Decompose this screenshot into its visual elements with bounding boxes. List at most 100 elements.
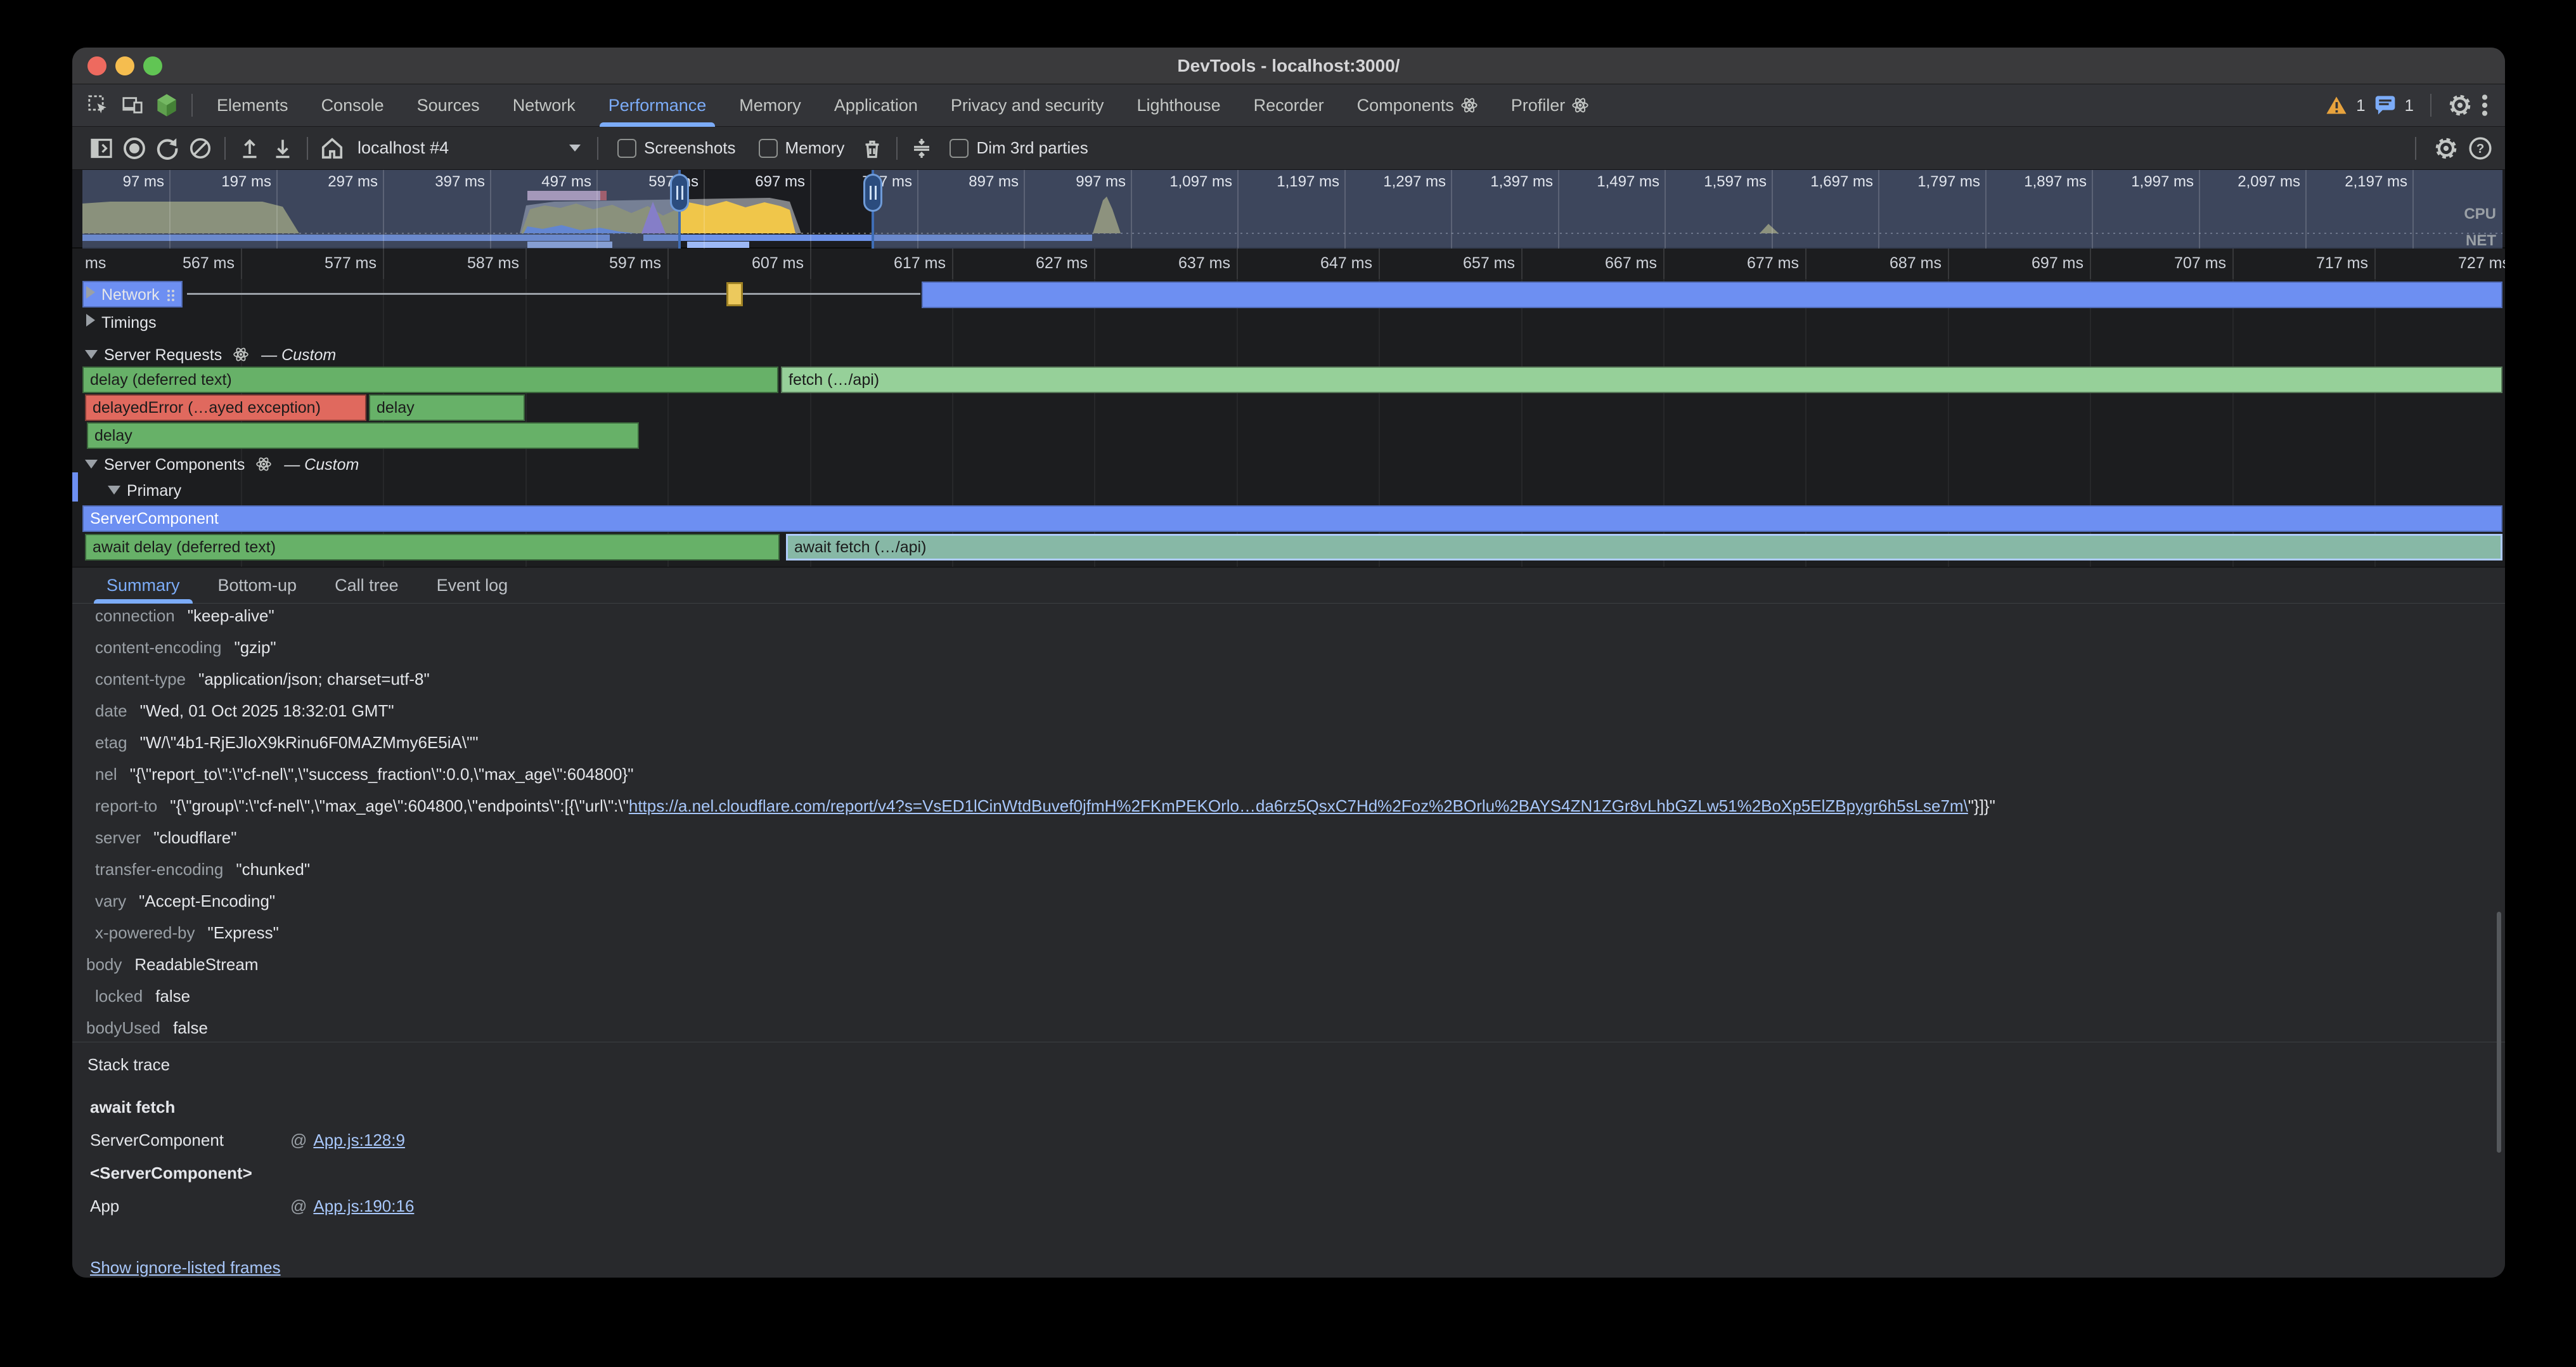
response-properties: connection"keep-alive" content-encoding"…	[72, 604, 2505, 1044]
timeline-overview[interactable]: 97 ms 197 ms 297 ms 397 ms 497 ms 597 ms…	[72, 170, 2505, 249]
event-bar-await-delay[interactable]: await delay (deferred text)	[85, 534, 780, 560]
details-tab[interactable]: Call tree	[316, 567, 418, 604]
record-icon[interactable]	[118, 132, 151, 165]
overview-tick	[1451, 170, 1452, 249]
details-tab[interactable]: Bottom-up	[199, 567, 316, 604]
inspect-element-icon[interactable]	[81, 88, 115, 122]
event-bar-delay-deferred[interactable]: delay (deferred text)	[82, 366, 778, 393]
panel-tab[interactable]: Profiler	[1495, 84, 1606, 127]
record-and-reload-icon[interactable]	[151, 132, 184, 165]
network-event-marker[interactable]	[726, 282, 743, 306]
overview-tick	[810, 170, 811, 249]
track-header-timings[interactable]: Timings	[86, 314, 157, 332]
overview-tick-label: 897 ms	[969, 173, 1019, 191]
ruler-tick-label: 607 ms	[752, 254, 804, 273]
selection-handle-left[interactable]	[678, 170, 681, 249]
help-icon[interactable]: ?	[2468, 136, 2492, 160]
node-extension-icon[interactable]	[150, 88, 184, 122]
track-subheader-primary[interactable]: Primary	[108, 482, 181, 500]
settings-gear-icon[interactable]	[2448, 93, 2472, 117]
panel-tab[interactable]: Console	[305, 84, 401, 127]
divider	[896, 137, 898, 160]
event-bar-delayed-error[interactable]: delayedError (…ayed exception)	[85, 394, 366, 421]
warning-count[interactable]: 1	[2356, 96, 2365, 115]
toggle-sidebar-icon[interactable]	[85, 132, 118, 165]
console-message-icon[interactable]	[2374, 95, 2396, 115]
scrollbar-thumb[interactable]	[2497, 912, 2501, 1153]
panel-tab[interactable]: Elements	[200, 84, 305, 127]
track-header-network[interactable]: Network	[86, 286, 174, 304]
home-live-metrics-icon[interactable]	[316, 132, 349, 165]
overview-tick	[169, 170, 171, 249]
dim-3rd-parties-checkbox[interactable]: Dim 3rd parties	[950, 138, 1088, 158]
ruler-tick	[1663, 249, 1665, 279]
device-toolbar-icon[interactable]	[115, 88, 150, 122]
track-header-server-components[interactable]: Server Components — Custom	[85, 456, 359, 474]
property-value: "cloudflare"	[153, 828, 236, 847]
event-bar-fetch-api[interactable]: fetch (…/api)	[781, 366, 2502, 393]
property-key: locked	[95, 987, 143, 1006]
panel-tab[interactable]: Network	[496, 84, 592, 127]
save-profile-icon[interactable]	[266, 132, 299, 165]
ruler-tick-label: 567 ms	[183, 254, 235, 273]
panel-tab[interactable]: Privacy and security	[934, 84, 1121, 127]
memory-checkbox[interactable]: Memory	[759, 138, 845, 158]
stack-frame: App@App.js:190:16	[90, 1189, 414, 1222]
ruler-tick	[810, 249, 811, 279]
event-bar-delay-2[interactable]: delay	[87, 422, 639, 449]
selection-handle-left-grip[interactable]	[670, 174, 689, 212]
ruler-tick	[383, 249, 384, 279]
property-row: bodyReadableStream	[72, 949, 2505, 980]
history-selector[interactable]: localhost #4	[349, 132, 589, 165]
property-value: "application/json; charset=utf-8"	[198, 670, 430, 689]
overview-tick-label: 1,197 ms	[1277, 173, 1339, 191]
overview-tick	[917, 170, 918, 249]
details-tab[interactable]: Event log	[418, 567, 527, 604]
clear-icon[interactable]	[184, 132, 217, 165]
panel-settings-gear-icon[interactable]	[2434, 136, 2458, 160]
report-url-link[interactable]: https://a.nel.cloudflare.com/report/v4?s…	[629, 796, 1968, 815]
overview-tick	[1558, 170, 1559, 249]
svg-text:?: ?	[2476, 141, 2485, 156]
panel-tab[interactable]: Recorder	[1237, 84, 1341, 127]
event-bar-server-component[interactable]: ServerComponent	[82, 505, 2502, 532]
show-ignore-listed-frames-link[interactable]: Show ignore-listed frames	[90, 1258, 281, 1277]
property-row: nel"{\"report_to\":\"cf-nel\",\"success_…	[72, 758, 2505, 790]
stack-frame-source-link[interactable]: App.js:190:16	[313, 1196, 414, 1215]
kebab-menu-icon[interactable]	[2481, 93, 2489, 117]
details-tab[interactable]: Summary	[87, 567, 199, 604]
stack-frame-function: await fetch	[90, 1091, 290, 1124]
overview-tick	[1985, 170, 1987, 249]
expand-triangle-icon	[108, 486, 120, 495]
screenshots-checkbox[interactable]: Screenshots	[617, 138, 736, 158]
event-bar-await-fetch-selected[interactable]: await fetch (…/api)	[786, 534, 2502, 560]
window-title: DevTools - localhost:3000/	[72, 56, 2505, 76]
overview-tick-label: 697 ms	[755, 173, 805, 191]
message-count[interactable]: 1	[2405, 96, 2414, 115]
stack-frame-source-link[interactable]: App.js:128:9	[313, 1131, 405, 1150]
property-key: content-type	[95, 670, 186, 689]
panel-tab[interactable]: Components	[1341, 84, 1495, 127]
overview-tick	[2305, 170, 2307, 249]
stack-frame-function: ServerComponent	[90, 1124, 290, 1156]
panel-tab[interactable]: Lighthouse	[1121, 84, 1237, 127]
warning-icon[interactable]	[2326, 96, 2347, 115]
track-header-server-requests[interactable]: Server Requests — Custom	[85, 346, 336, 365]
overview-tick	[1131, 170, 1132, 249]
ruler-tick	[1805, 249, 1806, 279]
panel-tab[interactable]: Memory	[723, 84, 818, 127]
collect-garbage-icon[interactable]	[856, 132, 889, 165]
event-bar-delay[interactable]: delay	[369, 394, 525, 421]
drag-grip-icon[interactable]	[167, 290, 174, 301]
panel-tab[interactable]: Application	[818, 84, 934, 127]
selection-handle-right[interactable]	[872, 170, 874, 249]
screenshots-label: Screenshots	[644, 138, 736, 158]
overview-tick-label: 1,897 ms	[2024, 173, 2087, 191]
fit-to-window-icon[interactable]	[905, 132, 938, 165]
selection-handle-right-grip[interactable]	[863, 174, 882, 212]
property-row: server"cloudflare"	[72, 822, 2505, 853]
load-profile-icon[interactable]	[233, 132, 266, 165]
panel-tab[interactable]: Sources	[401, 84, 496, 127]
panel-tab[interactable]: Performance	[592, 84, 723, 127]
network-request-bar-long[interactable]	[922, 282, 2502, 308]
